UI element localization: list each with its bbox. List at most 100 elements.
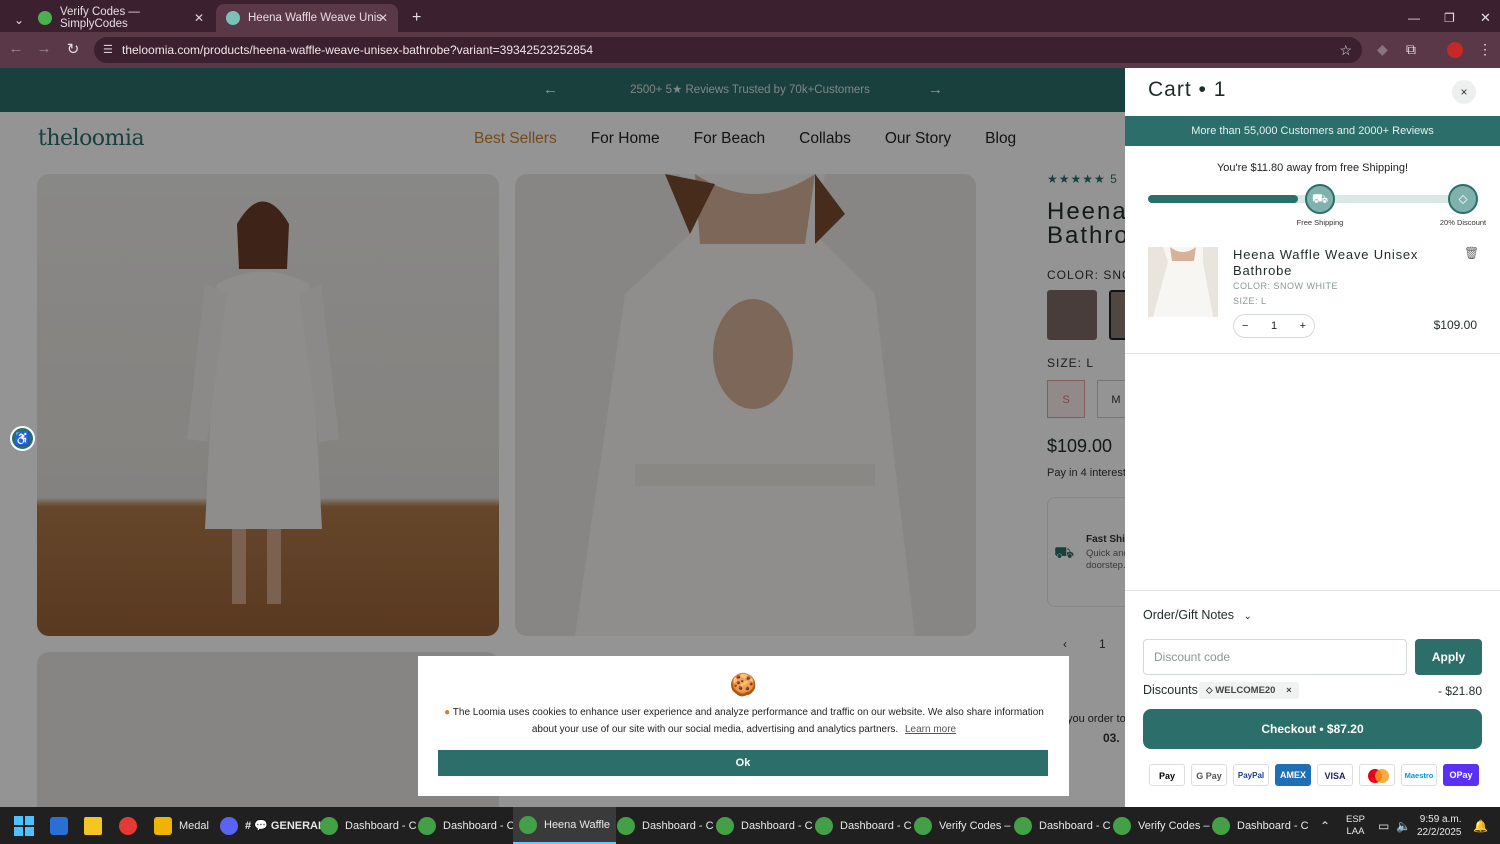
tab-heena-waffle[interactable]: Heena Waffle Weave Unisex Ba ✕	[216, 4, 398, 32]
extension-puzzle-icon[interactable]: ◆	[1377, 41, 1388, 58]
tab-title: Verify Codes — SimplyCodes	[60, 6, 140, 30]
cart-item-image[interactable]	[1148, 247, 1218, 317]
discounts-label: Discounts	[1143, 683, 1198, 697]
learn-more-link[interactable]: Learn more	[905, 724, 956, 735]
file-explorer-icon[interactable]	[84, 807, 109, 844]
taskbar-medal[interactable]: Medal	[154, 807, 209, 844]
shop-pay-icon: OPay	[1443, 764, 1479, 786]
taskbar-label: Dashboard - C	[642, 819, 714, 832]
menu-icon[interactable]: ⋮	[1478, 41, 1492, 58]
cart-item-color: COLOR: SNOW WHITE	[1233, 281, 1338, 291]
loomia-favicon-icon	[226, 11, 240, 25]
cart-item-name[interactable]: Heena Waffle Weave Unisex Bathrobe	[1233, 247, 1453, 279]
lang-code: ESP	[1346, 813, 1366, 825]
qty-minus-button[interactable]: −	[1242, 320, 1248, 332]
taskbar-discord[interactable]: # 💬 GENERAL	[220, 807, 325, 844]
language-indicator[interactable]: ESP LAA	[1346, 807, 1365, 844]
milestone-label-discount: 20% Discount	[1439, 218, 1487, 227]
taskbar-chrome-heena-active[interactable]: Heena Waffle	[513, 807, 617, 844]
minimize-button[interactable]: —	[1398, 4, 1430, 32]
taskbar-chrome-dashboard[interactable]: Dashboard - C	[418, 807, 515, 844]
clock[interactable]: 9:59 a.m. 22/2/2025	[1417, 807, 1462, 844]
qty-value[interactable]: 1	[1271, 320, 1277, 332]
address-bar-row: ← → ↻ ☰ theloomia.com/products/heena-waf…	[0, 32, 1500, 68]
divider	[1125, 353, 1500, 354]
notification-bell-icon[interactable]: 🔔	[1473, 807, 1488, 844]
close-tab-icon[interactable]: ✕	[194, 11, 204, 25]
windows-taskbar: Medal # 💬 GENERAL Dashboard - C Dashboar…	[0, 807, 1500, 844]
cookie-banner: 🍪 ● The Loomia uses cookies to enhance u…	[418, 656, 1069, 796]
cart-footer: Order/Gift Notes ⌄ Discount code Apply D…	[1125, 590, 1500, 807]
volume-icon[interactable]: 🔈	[1396, 807, 1411, 844]
chrome-icon[interactable]	[119, 807, 144, 844]
taskbar-label: Dashboard - C	[1039, 819, 1111, 832]
taskbar-chrome-dashboard[interactable]: Dashboard - C	[716, 807, 813, 844]
clock-time: 9:59 a.m.	[1419, 813, 1462, 825]
apply-discount-button[interactable]: Apply	[1415, 639, 1482, 675]
discount-code: WELCOME20	[1215, 685, 1276, 696]
cookie-ok-button[interactable]: Ok	[438, 750, 1048, 776]
cart-close-button[interactable]: ×	[1452, 80, 1476, 104]
maximize-button[interactable]: ❐	[1434, 4, 1465, 32]
taskbar-label: Dashboard - C	[741, 819, 813, 832]
site-info-icon[interactable]: ☰	[103, 37, 113, 63]
clock-date: 22/2/2025	[1417, 826, 1462, 838]
close-window-button[interactable]: ✕	[1470, 4, 1500, 32]
url-input[interactable]: ☰ theloomia.com/products/heena-waffle-we…	[94, 37, 1362, 63]
taskbar-label: Dashboard - C	[840, 819, 912, 832]
taskbar-chrome-verify[interactable]: Verify Codes –	[1113, 807, 1210, 844]
taskbar-label: Verify Codes –	[1138, 819, 1210, 832]
free-shipping-message: You're $11.80 away from free Shipping!	[1216, 162, 1409, 174]
checkout-button[interactable]: Checkout • $87.20	[1143, 709, 1482, 749]
taskbar-label: Dashboard - C	[345, 819, 417, 832]
discount-amount: - $21.80	[1437, 684, 1482, 698]
google-pay-icon: G Pay	[1191, 764, 1227, 786]
order-notes-toggle[interactable]: Order/Gift Notes ⌄	[1143, 608, 1252, 622]
cookie-emoji-icon: ●	[444, 707, 451, 718]
windows-start-icon[interactable]	[14, 807, 34, 844]
new-tab-button[interactable]: +	[402, 4, 431, 32]
accessibility-icon[interactable]: ♿	[10, 426, 35, 451]
taskbar-chrome-dashboard[interactable]: Dashboard - C	[1014, 807, 1111, 844]
forward-icon[interactable]: →	[34, 40, 54, 57]
trash-icon[interactable]: 🗑	[1464, 246, 1479, 260]
milestone-label-shipping: Free Shipping	[1296, 218, 1344, 227]
cart-title: Cart • 1	[1148, 78, 1227, 101]
cart-item-size: SIZE: L	[1233, 296, 1267, 306]
discount-code-input[interactable]: Discount code	[1143, 639, 1407, 675]
taskbar-label: Medal	[179, 819, 209, 832]
cart-item-price: $109.00	[1433, 318, 1477, 332]
mastercard-orange-circle	[1375, 769, 1389, 783]
maestro-icon: Maestro	[1401, 764, 1437, 786]
start-grid	[14, 815, 34, 836]
store-icon[interactable]	[50, 807, 75, 844]
bookmark-star-icon[interactable]: ☆	[1339, 37, 1352, 63]
taskbar-chrome-dashboard[interactable]: Dashboard - C	[815, 807, 912, 844]
remove-discount-icon[interactable]: ×	[1286, 685, 1292, 696]
chevron-down-icon: ⌄	[1243, 611, 1252, 622]
taskbar-label: Dashboard - C	[443, 819, 515, 832]
browser-tab-strip: ⌄ Verify Codes — SimplyCodes ✕ Heena Waf…	[0, 0, 1500, 32]
taskbar-chrome-dashboard[interactable]: Dashboard - C	[617, 807, 714, 844]
lang-layout: LAA	[1346, 825, 1365, 837]
taskbar-chrome-dashboard[interactable]: Dashboard - C	[320, 807, 417, 844]
taskbar-chrome-dashboard[interactable]: Dashboard - C	[1212, 807, 1309, 844]
url-text: theloomia.com/products/heena-waffle-weav…	[122, 43, 594, 57]
taskbar-chrome-verify[interactable]: Verify Codes –	[914, 807, 1011, 844]
close-tab-icon[interactable]: ✕	[378, 11, 388, 25]
cart-qty-stepper: − 1 +	[1233, 314, 1315, 338]
cookie-text-block: ● The Loomia uses cookies to enhance use…	[440, 704, 1048, 738]
extensions-icon[interactable]: ⧉	[1406, 41, 1416, 58]
chevron-up-icon[interactable]: ⌃	[1320, 807, 1330, 844]
display-icon[interactable]: ▭	[1378, 807, 1389, 844]
mastercard-icon	[1359, 764, 1395, 786]
payment-icons: Pay G Pay PayPal AMEX VISA Maestro OPay	[1149, 764, 1479, 786]
profile-icon[interactable]	[1447, 42, 1463, 58]
back-icon[interactable]: ←	[6, 40, 26, 57]
qty-plus-button[interactable]: +	[1300, 320, 1306, 332]
apple-pay-icon: Pay	[1149, 764, 1185, 786]
discount-tag: ⬦ WELCOME20 ×	[1199, 682, 1299, 699]
cart-drawer: Cart • 1 × More than 55,000 Customers an…	[1125, 68, 1500, 807]
tab-verify-codes[interactable]: Verify Codes — SimplyCodes ✕	[28, 4, 214, 32]
reload-icon[interactable]: ↻	[63, 40, 83, 58]
